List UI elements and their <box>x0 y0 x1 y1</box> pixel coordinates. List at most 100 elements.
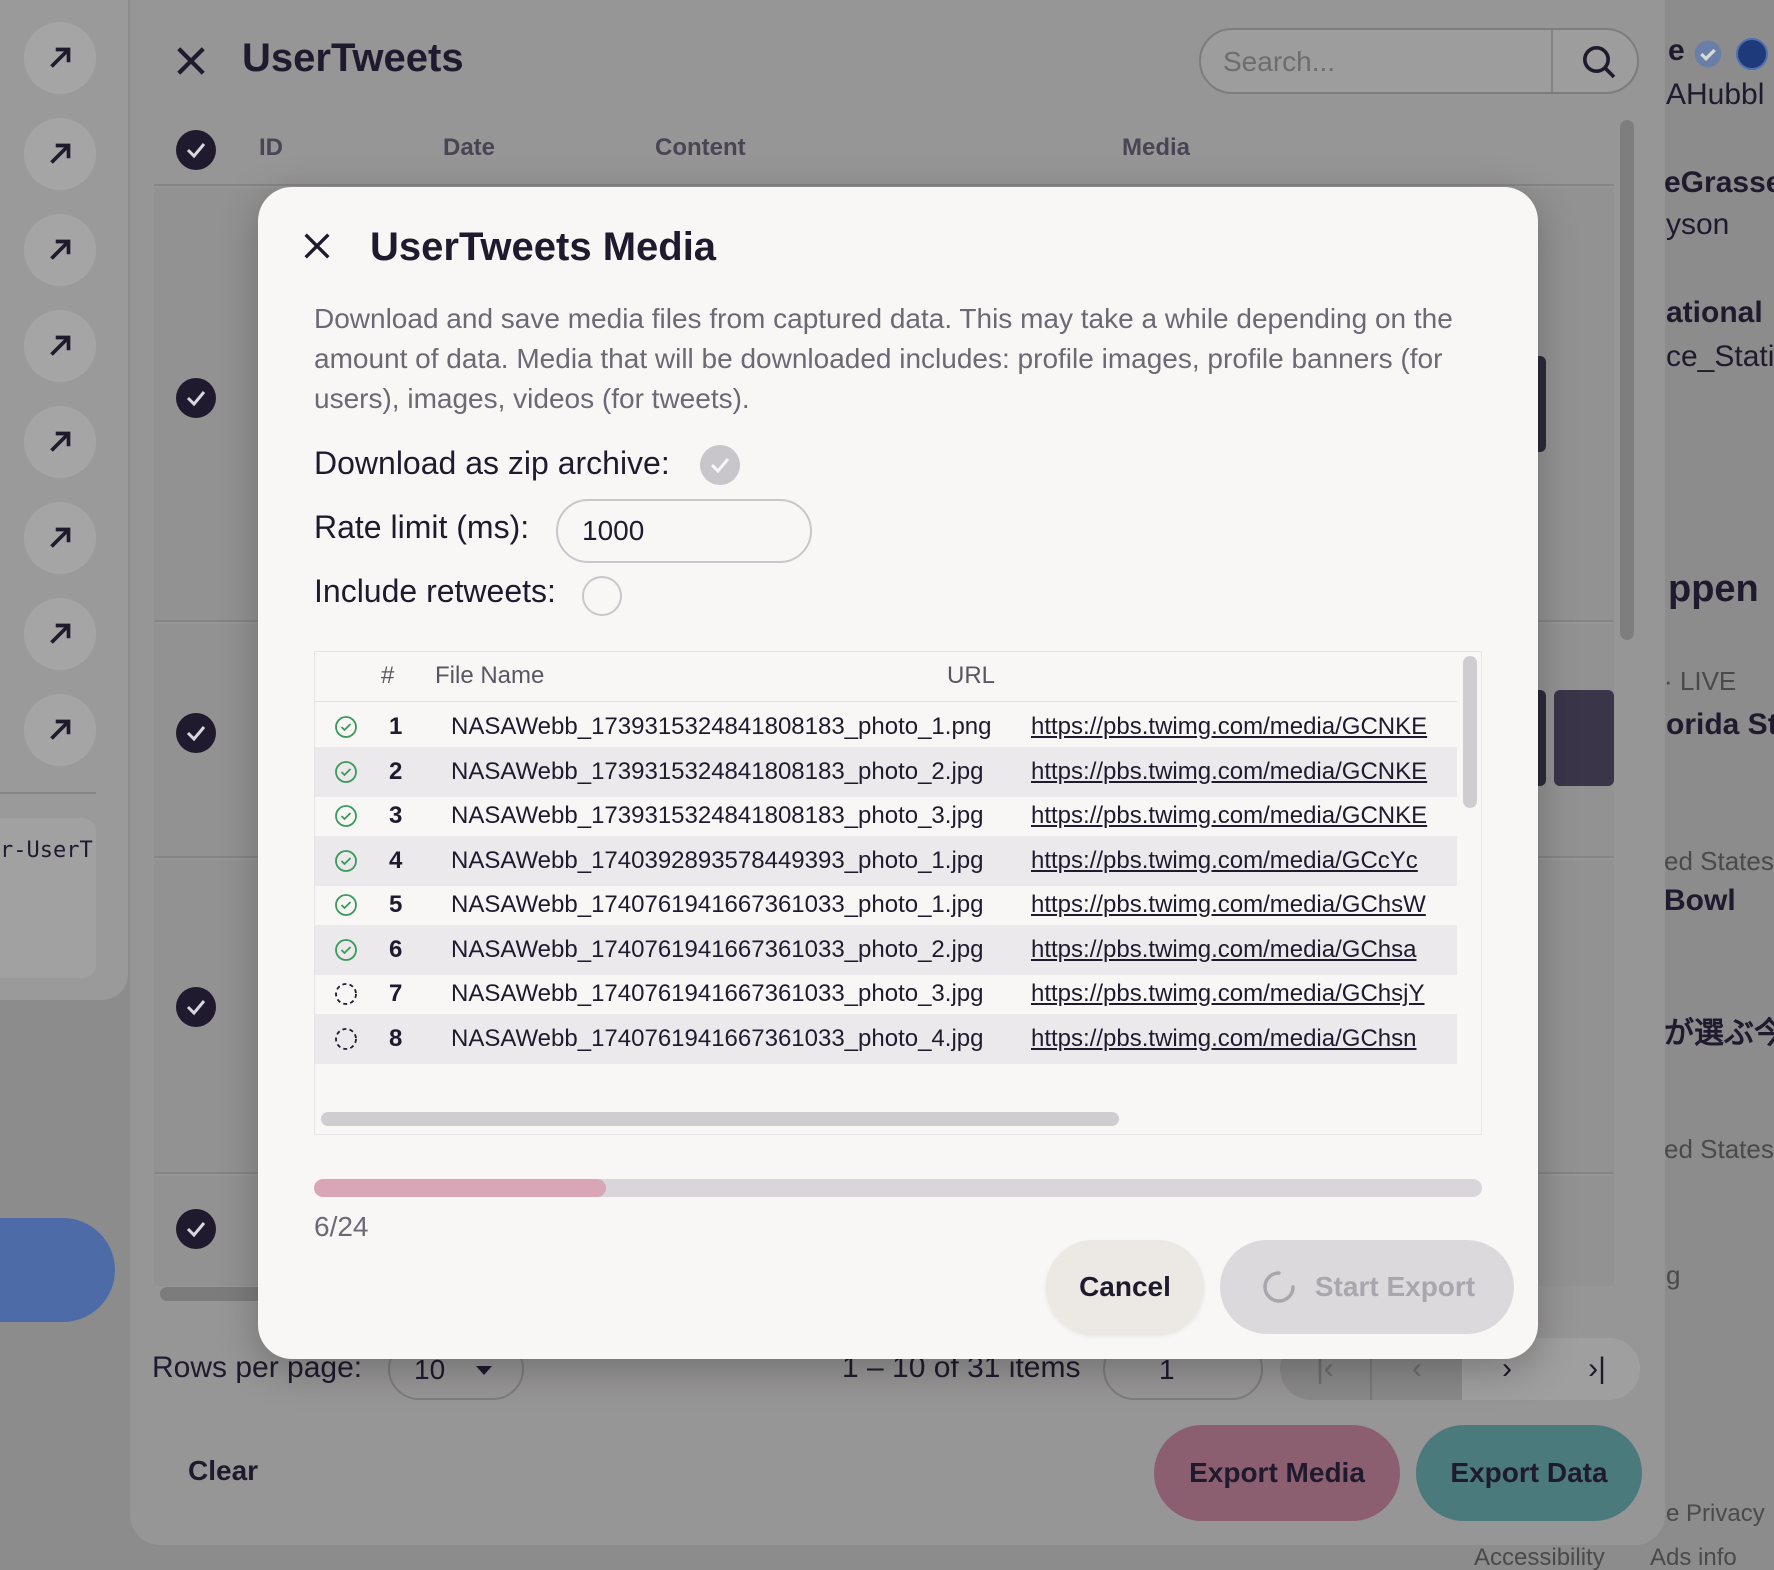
caret-down-icon <box>476 1366 492 1375</box>
loading-spinner-icon <box>1263 1271 1295 1303</box>
column-header-date[interactable]: Date <box>443 134 495 162</box>
rate-limit-label: Rate limit (ms): <box>314 509 530 545</box>
arrow-up-right-icon <box>50 143 71 164</box>
check-icon <box>186 1000 206 1016</box>
search-input[interactable]: Search... <box>1223 46 1335 78</box>
search-box[interactable]: Search... <box>1199 28 1639 94</box>
footer-link[interactable]: e Privacy <box>1666 1500 1765 1528</box>
column-header-content[interactable]: Content <box>655 134 746 162</box>
search-icon[interactable] <box>1579 42 1619 82</box>
media-file-row: 1 NASAWebb_1739315324841808183_photo_1.pn… <box>315 702 1457 752</box>
completed-check-icon <box>335 849 357 872</box>
completed-check-icon <box>335 716 357 738</box>
file-url-link[interactable]: https://pbs.twimg.com/media/GChsW <box>1031 891 1455 919</box>
file-url-link[interactable]: https://pbs.twimg.com/media/GCNKE <box>1031 713 1455 741</box>
verified-badge-icon <box>1694 40 1722 68</box>
media-thumbnail[interactable] <box>1554 690 1614 786</box>
trend-title[interactable]: Bowl <box>1664 884 1736 918</box>
export-progress-fill <box>314 1179 606 1197</box>
file-name: NASAWebb_1740761941667361033_photo_4.jpg <box>451 1024 984 1052</box>
section-heading: ppen <box>1668 568 1759 610</box>
file-url-link[interactable]: https://pbs.twimg.com/media/GCcYc <box>1031 847 1455 875</box>
select-all-checkbox[interactable] <box>176 130 216 170</box>
media-table-header: # File Name URL <box>315 652 1457 702</box>
user-handle: yson <box>1666 208 1730 241</box>
footer-link[interactable]: Accessibility <box>1474 1544 1605 1570</box>
row-checkbox[interactable] <box>176 713 216 753</box>
completed-check-icon <box>335 805 357 827</box>
media-file-row: 4 NASAWebb_1740392893578449393_photo_1.jp… <box>315 835 1457 886</box>
media-file-row: 6 NASAWebb_1740761941667361033_photo_2.jp… <box>315 924 1457 975</box>
file-number: 8 <box>389 1024 403 1052</box>
user-name: eGrasse <box>1664 166 1774 199</box>
check-icon <box>186 143 206 159</box>
column-header-media[interactable]: Media <box>1122 134 1190 162</box>
open-external-button[interactable] <box>24 694 96 766</box>
open-external-button[interactable] <box>24 214 96 286</box>
rate-limit-input[interactable] <box>556 499 812 563</box>
left-rail: r-UserT <box>0 0 128 1000</box>
arrow-up-right-icon <box>50 719 71 740</box>
file-url-link[interactable]: https://pbs.twimg.com/media/GChsa <box>1031 936 1455 964</box>
pending-dashed-icon <box>335 1027 357 1050</box>
open-external-button[interactable] <box>24 598 96 670</box>
export-media-button[interactable]: Export Media <box>1154 1425 1400 1521</box>
retweets-option-label: Include retweets: <box>314 573 556 609</box>
include-retweets-checkbox[interactable] <box>582 576 622 616</box>
file-name: NASAWebb_1740392893578449393_photo_1.jpg <box>451 846 984 874</box>
open-external-button[interactable] <box>24 310 96 382</box>
start-export-label: Start Export <box>1314 1271 1476 1302</box>
search-divider <box>1551 30 1553 92</box>
nasa-logo-icon <box>1736 38 1768 70</box>
row-checkbox[interactable] <box>176 1209 216 1249</box>
file-number: 7 <box>389 980 403 1007</box>
trend-context: g <box>1666 1260 1681 1290</box>
file-number: 3 <box>389 802 403 829</box>
media-table-horizontal-scrollbar[interactable] <box>321 1112 1119 1126</box>
trend-context: ed States <box>1664 1134 1774 1164</box>
close-icon[interactable] <box>300 229 334 263</box>
file-url-link[interactable]: https://pbs.twimg.com/media/GCNKE <box>1031 802 1455 830</box>
clear-button[interactable]: Clear <box>188 1455 258 1487</box>
module-card[interactable]: r-UserT <box>0 818 96 978</box>
trend-title[interactable]: が選ぶ今 <box>1664 1008 1774 1052</box>
file-number: 2 <box>389 757 403 785</box>
file-number: 5 <box>389 891 403 918</box>
arrow-up-right-icon <box>50 527 71 548</box>
row-checkbox[interactable] <box>176 378 216 418</box>
floating-action-button[interactable] <box>0 1218 115 1322</box>
file-url-link[interactable]: https://pbs.twimg.com/media/GChsn <box>1031 1025 1455 1053</box>
cancel-button[interactable]: Cancel <box>1046 1240 1204 1334</box>
arrow-up-right-icon <box>50 623 71 644</box>
file-name: NASAWebb_1740761941667361033_photo_1.jpg <box>451 891 984 918</box>
open-external-button[interactable] <box>24 118 96 190</box>
trend-title[interactable]: orida St <box>1666 708 1774 742</box>
last-page-button[interactable]: ›| <box>1552 1338 1640 1400</box>
footer-link[interactable]: Ads info <box>1650 1544 1737 1570</box>
media-file-row: 3 NASAWebb_1739315324841808183_photo_3.jp… <box>315 791 1457 841</box>
user-handle: AHubbl <box>1666 78 1765 111</box>
media-table-scrollbar[interactable] <box>1463 656 1477 808</box>
zip-archive-checkbox[interactable] <box>700 445 740 485</box>
open-external-button[interactable] <box>24 406 96 478</box>
check-icon <box>186 726 206 742</box>
row-checkbox[interactable] <box>176 987 216 1027</box>
file-number: 6 <box>389 935 403 963</box>
export-data-button[interactable]: Export Data <box>1416 1425 1642 1521</box>
user-name: ational <box>1666 296 1763 329</box>
start-export-button[interactable]: Start Export <box>1220 1240 1514 1334</box>
table-scrollbar[interactable] <box>1620 120 1634 640</box>
file-url-link[interactable]: https://pbs.twimg.com/media/GChsjY <box>1031 980 1455 1008</box>
file-number: 1 <box>389 713 403 740</box>
pending-dashed-icon <box>335 983 357 1005</box>
close-icon[interactable] <box>170 40 212 82</box>
column-header-id[interactable]: ID <box>259 134 283 162</box>
check-icon <box>710 458 730 474</box>
column-header-number: # <box>381 662 395 689</box>
live-label: · LIVE <box>1664 666 1737 696</box>
rail-divider <box>0 792 96 794</box>
open-external-button[interactable] <box>24 502 96 574</box>
file-url-link[interactable]: https://pbs.twimg.com/media/GCNKE <box>1031 758 1455 786</box>
open-external-button[interactable] <box>24 22 96 94</box>
column-header-url: URL <box>947 662 996 689</box>
